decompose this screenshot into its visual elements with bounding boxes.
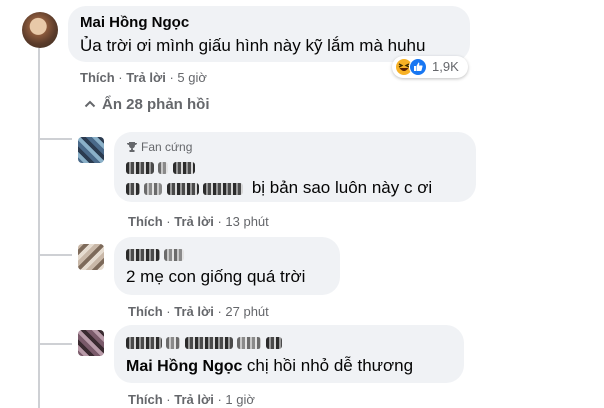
like-link[interactable]: Thích [80,70,115,85]
reply-text-line: Mai Hồng Ngọc chị hồi nhỏ dễ thương [126,356,413,376]
avatar[interactable] [22,12,58,48]
reply-text: chị hồi nhỏ dễ thương [246,356,414,375]
blurred-mention [126,182,140,195]
like-icon [409,58,427,76]
thread-connector-3 [38,343,72,345]
reply-text: 2 mẹ con giống quá trời [126,267,306,286]
reply-text: bị bản sao luôn này c ơi [251,178,433,197]
chevron-up-icon [84,96,96,113]
fan-badge: Fan cứng [126,140,192,156]
reply-time[interactable]: 27 phút [225,304,268,319]
comment-text: Ủa trời ơi mình giấu hình này kỹ lắm mà … [80,36,426,55]
mention-tag[interactable]: Mai Hồng Ngọc [126,358,242,375]
blurred-name[interactable] [126,246,185,264]
thread-line-main [38,48,40,408]
reply-link[interactable]: Trả lời [174,214,214,229]
reply-actions-3: Thích · Trả lời · 1 giờ [128,392,255,407]
reply-link[interactable]: Trả lời [174,304,214,319]
fan-badge-label: Fan cứng [141,140,193,154]
comment-time[interactable]: 5 giờ [177,70,207,85]
reply-bubble-2: 2 mẹ con giống quá trời [114,237,340,295]
reply-time[interactable]: 1 giờ [225,392,255,407]
hide-replies-label: Ẩn 28 phản hồi [102,96,210,113]
like-link[interactable]: Thích [128,304,163,319]
reply-text-line: bị bản sao luôn này c ơi [126,178,432,198]
reply-actions-1: Thích · Trả lời · 13 phút [128,214,269,229]
trophy-icon [126,141,138,156]
reply-time[interactable]: 13 phút [225,214,268,229]
comment-bubble: Mai Hồng Ngọc Ủa trời ơi mình giấu hình … [68,6,470,62]
reactions-summary[interactable]: 1,9K [392,56,468,78]
like-link[interactable]: Thích [128,392,163,407]
comment-actions: Thích · Trả lời · 5 giờ [80,70,207,85]
reaction-count: 1,9K [432,59,459,74]
like-link[interactable]: Thích [128,214,163,229]
thread-connector-1 [38,138,72,140]
blurred-name[interactable] [126,159,195,177]
blurred-name[interactable] [126,334,282,352]
reply-link[interactable]: Trả lời [174,392,214,407]
reply-link[interactable]: Trả lời [126,70,166,85]
avatar[interactable] [78,330,104,356]
thread-connector-2 [38,254,72,256]
comment-author[interactable]: Mai Hồng Ngọc [80,14,189,31]
avatar[interactable] [78,137,104,163]
reply-actions-2: Thích · Trả lời · 27 phút [128,304,269,319]
reply-bubble-1: Fan cứng bị bản sao luôn này c ơi [114,132,476,202]
hide-replies-button[interactable]: Ẩn 28 phản hồi [84,96,210,113]
avatar[interactable] [78,244,104,270]
reply-bubble-3: Mai Hồng Ngọc chị hồi nhỏ dễ thương [114,325,464,383]
